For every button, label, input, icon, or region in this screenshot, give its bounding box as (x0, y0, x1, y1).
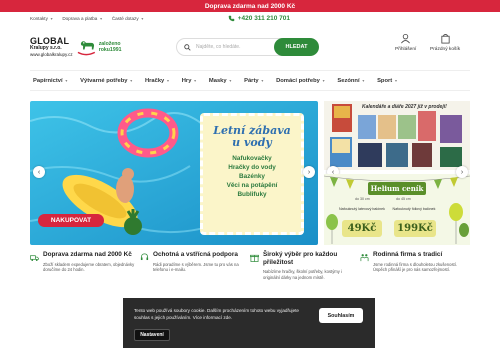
side-slider-next-button[interactable]: › (456, 166, 468, 178)
helium-caption-right: Nafouknutý fóliový balónek (392, 207, 436, 211)
shop-now-button[interactable]: NAKUPOVAT (38, 214, 104, 227)
slider-prev-button[interactable]: ‹ (33, 166, 45, 178)
helium-banner[interactable]: Helium ceník do 30 cm do 45 cm Nafouknut… (324, 174, 470, 245)
user-icon (401, 33, 411, 44)
helium-size-left: do 30 cm (355, 197, 370, 201)
chevron-down-icon: ▼ (166, 78, 170, 83)
chevron-down-icon: ▼ (64, 78, 69, 83)
logo-founded: založeno roku1991 (98, 40, 122, 53)
banner-lines: Nafukovačky Hračky do vody Bazénky Věci … (226, 155, 278, 199)
search-bar: Najděte, co hledáte. HLEDAT (176, 38, 319, 56)
support-icon (140, 253, 149, 261)
login-button[interactable]: Přihlášení (395, 33, 416, 52)
search-placeholder: Najděte, co hledáte. (196, 44, 241, 50)
utility-bar: Kontakty ▼ Doprava a platba ▼ Časté dotazy… (0, 12, 500, 25)
feature-desc: Rádi poradíme s výběrem. Jsme tu pro vás… (153, 261, 239, 273)
helium-caption-left: Nafouknutý latexový balónek (339, 207, 385, 211)
header: GLOBAL Kralupy s.r.o. www.globalkralupy.… (0, 25, 500, 70)
helium-price-right: 199Kč (394, 220, 436, 237)
slider-next-button[interactable]: › (303, 166, 315, 178)
feature-item: Široký výběr pro každou příležitost Nabí… (250, 251, 360, 281)
chevron-down-icon: ▼ (260, 78, 265, 83)
search-button[interactable]: HLEDAT (274, 38, 319, 56)
chevron-down-icon: ▼ (228, 78, 233, 83)
chevron-down-icon: ▼ (129, 78, 133, 83)
phone-link[interactable]: +420 311 210 701 (228, 15, 290, 22)
chevron-down-icon: ▼ (99, 16, 103, 21)
cart-label: Prázdný košík (430, 47, 461, 52)
chevron-right-icon: › (307, 168, 311, 176)
feature-title: Doprava zdarma nad 2000 Kč (43, 251, 132, 258)
calendar-products-illustration (330, 104, 462, 167)
feature-title: Ochotná a vstřícná podpora (153, 251, 238, 258)
nav-item-hry[interactable]: Hry ▼ (176, 78, 203, 84)
rocking-horse-icon (77, 40, 95, 55)
nav-item-masky[interactable]: Masky ▼ (203, 78, 238, 84)
nav-item-sezonni[interactable]: Sezónní ▼ (331, 78, 371, 84)
feature-desc: Jsme rodinná firma s dlouholetou zkušeno… (373, 261, 458, 273)
banner-title: Letní zábava u vody (213, 124, 291, 150)
chevron-right-icon: › (460, 168, 464, 176)
feature-item: Rodinná firma s tradicí Jsme rodinná fir… (360, 251, 470, 281)
chevron-down-icon: ▼ (140, 16, 145, 21)
helium-price-left: 49Kč (342, 220, 382, 237)
util-link-shipping[interactable]: Doprava a platba ▼ (62, 16, 102, 21)
logo-wordmark: GLOBAL Kralupy s.r.o. www.globalkralupy.… (30, 36, 73, 58)
util-link-faq[interactable]: Časté dotazy ▼ (112, 16, 144, 21)
banner-stamp: Letní zábava u vody Nafukovačky Hračky d… (200, 113, 304, 235)
cart-button[interactable]: Prázdný košík (430, 33, 460, 52)
nav-item-party[interactable]: Párty ▼ (238, 78, 270, 84)
chevron-down-icon: ▼ (321, 78, 326, 83)
shopping-bag-icon (440, 33, 450, 44)
util-link-contacts[interactable]: Kontakty ▼ (30, 16, 53, 21)
cookie-accept-button[interactable]: Souhlasím (319, 308, 363, 323)
feature-desc: Zboží skladem expedujeme obratem, objedn… (43, 261, 135, 273)
nav-item-sport[interactable]: Sport ▼ (371, 78, 404, 84)
chevron-down-icon: ▼ (49, 16, 54, 21)
gift-icon (250, 254, 259, 262)
cookie-banner: Tento web používá soubory cookie. Dalším… (123, 298, 375, 348)
truck-icon (30, 255, 39, 262)
nav-item-domaci-potreby[interactable]: Domácí potřeby ▼ (270, 78, 331, 84)
chevron-down-icon: ▼ (193, 78, 197, 83)
feature-title: Široký výběr pro každou příležitost (263, 251, 338, 266)
free-shipping-text: Doprava zdarma nad 2000 Kč (204, 2, 296, 10)
calendar-banner[interactable]: Kalendáře a diáře 2027 již v prodeji! (324, 101, 470, 170)
features-row: Doprava zdarma nad 2000 Kč Zboží skladem… (30, 251, 470, 281)
nav-item-vytvarne-potreby[interactable]: Výtvarné potřeby ▼ (74, 78, 139, 84)
feature-desc: Nabízíme hračky, školní potřeby, kostýmy… (263, 269, 342, 281)
feature-item: Doprava zdarma nad 2000 Kč Zboží skladem… (30, 251, 140, 281)
cookie-text: Tento web používá soubory cookie. Dalším… (134, 308, 299, 320)
nav-item-papirnictvi[interactable]: Papírnictví ▼ (30, 78, 74, 84)
logo[interactable]: GLOBAL Kralupy s.r.o. www.globalkralupy.… (30, 37, 162, 58)
helium-size-right: do 45 cm (396, 197, 411, 201)
feature-item: Ochotná a vstřícná podpora Rádi poradíme… (140, 251, 250, 281)
phone-icon (228, 15, 235, 22)
search-input[interactable]: Najděte, co hledáte. (176, 38, 283, 56)
nav-item-hracky[interactable]: Hračky ▼ (139, 78, 176, 84)
chevron-left-icon: ‹ (37, 168, 41, 176)
free-shipping-bar: Doprava zdarma nad 2000 Kč (0, 0, 500, 12)
chevron-down-icon: ▼ (394, 78, 398, 83)
utility-links: Kontakty ▼ Doprava a platba ▼ Časté dotazy… (30, 16, 144, 21)
search-icon (184, 43, 191, 51)
cookie-settings-button[interactable]: Nastavení (134, 329, 170, 341)
family-icon (360, 254, 369, 262)
helium-title: Helium ceník (368, 182, 426, 195)
login-label: Přihlášení (395, 47, 417, 52)
chevron-down-icon: ▼ (361, 78, 366, 83)
category-nav: Papírnictví ▼ Výtvarné potřeby ▼ Hračky ▼ H… (30, 70, 470, 91)
feature-title: Rodinná firma s tradicí (373, 251, 443, 258)
phone-number: +420 311 210 701 (237, 15, 290, 22)
